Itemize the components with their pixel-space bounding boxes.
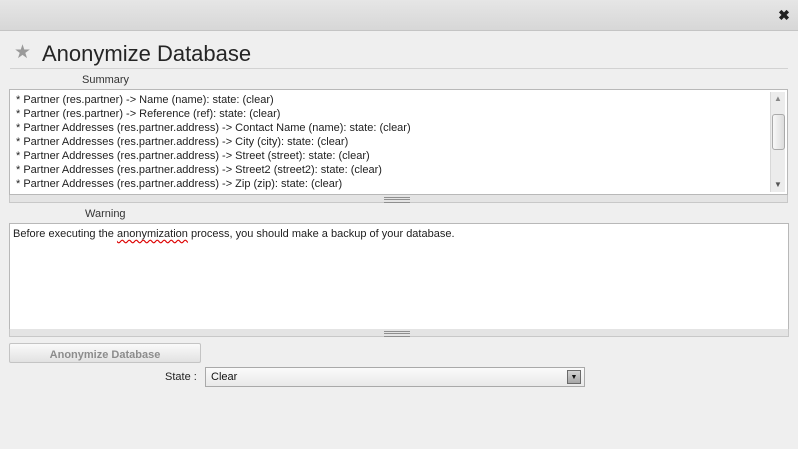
summary-lines: * Partner (res.partner) -> Name (name): … xyxy=(16,93,765,191)
dialog-titlebar: ✖ xyxy=(0,0,798,31)
grip-icon xyxy=(384,331,410,337)
title-divider xyxy=(10,68,788,69)
state-label: State : xyxy=(165,371,197,383)
scroll-down-icon[interactable]: ▼ xyxy=(771,179,785,191)
summary-line: * Partner Addresses (res.partner.address… xyxy=(16,178,343,190)
scroll-up-icon[interactable]: ▲ xyxy=(771,93,785,105)
summary-label: Summary xyxy=(82,74,130,86)
summary-line: * Partner (res.partner) -> Reference (re… xyxy=(16,108,281,120)
star-icon[interactable]: ★ xyxy=(14,42,31,64)
page-title: Anonymize Database xyxy=(42,41,252,66)
grip-icon xyxy=(384,197,410,203)
warning-label: Warning xyxy=(85,208,126,220)
scrollbar-thumb[interactable] xyxy=(772,114,785,150)
warning-text-end: process, you should make a backup of you… xyxy=(187,228,455,240)
summary-line: * Partner Addresses (res.partner.address… xyxy=(16,136,349,148)
summary-line: * Partner (res.partner) -> Name (name): … xyxy=(16,94,274,106)
close-icon[interactable]: ✖ xyxy=(778,8,790,22)
warning-text-start: Before executing the xyxy=(13,228,117,240)
summary-resize-handle[interactable] xyxy=(9,195,788,203)
anonymize-database-button[interactable]: Anonymize Database xyxy=(9,343,201,363)
misspelled-word: anonymization xyxy=(116,228,188,240)
warning-textarea[interactable]: Before executing the anonymization proce… xyxy=(9,223,789,330)
state-select[interactable]: Clear ▼ xyxy=(205,367,585,387)
summary-textarea[interactable]: * Partner (res.partner) -> Name (name): … xyxy=(9,89,788,195)
state-selected-value: Clear xyxy=(211,371,238,383)
summary-line: * Partner Addresses (res.partner.address… xyxy=(16,150,370,162)
chevron-down-icon[interactable]: ▼ xyxy=(567,370,581,384)
summary-line: * Partner Addresses (res.partner.address… xyxy=(16,164,382,176)
summary-scrollbar[interactable]: ▲ ▼ xyxy=(770,92,785,192)
warning-text: Before executing the anonymization proce… xyxy=(13,228,455,240)
warning-resize-handle[interactable] xyxy=(9,329,789,337)
summary-line: * Partner Addresses (res.partner.address… xyxy=(16,122,411,134)
